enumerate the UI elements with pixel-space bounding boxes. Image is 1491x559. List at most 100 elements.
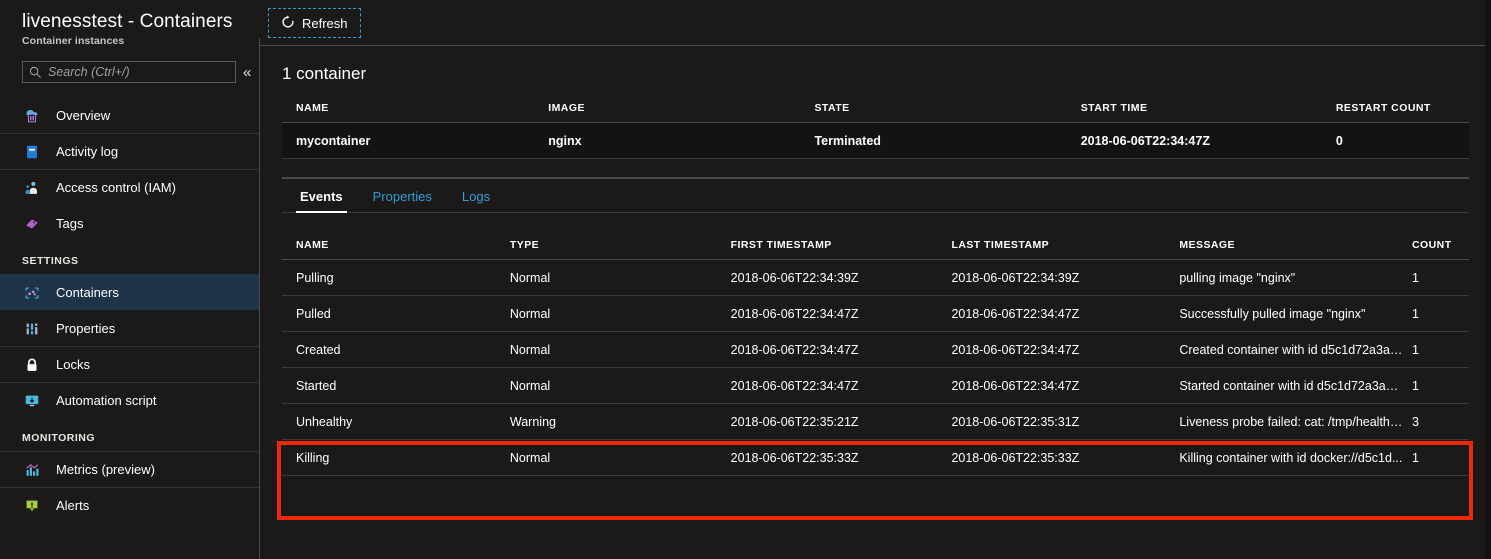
col-header-message[interactable]: MESSAGE	[1179, 227, 1412, 260]
cell-first-timestamp: 2018-06-06T22:34:39Z	[730, 259, 952, 296]
cell-event-type: Normal	[509, 439, 731, 476]
sidebar-item-access-control[interactable]: Access control (IAM)	[0, 169, 260, 205]
events-table: NAME TYPE FIRST TIMESTAMP LAST TIMESTAMP…	[282, 227, 1469, 476]
cell-event-type: Warning	[509, 403, 731, 440]
sidebar-item-alerts[interactable]: Alerts	[0, 487, 260, 523]
cell-event-name: Started	[282, 367, 510, 404]
tab-events[interactable]: Events	[296, 189, 347, 213]
lock-icon	[22, 355, 42, 375]
cell-container-state: Terminated	[814, 122, 1081, 159]
cell-count: 1	[1411, 259, 1469, 296]
sidebar-item-metrics[interactable]: Metrics (preview)	[0, 451, 260, 487]
sidebar-group-settings-label: SETTINGS	[22, 255, 79, 267]
table-row[interactable]: Unhealthy Warning 2018-06-06T22:35:21Z 2…	[282, 403, 1469, 440]
cell-event-name: Pulled	[282, 295, 510, 332]
sidebar-item-containers[interactable]: Containers	[0, 274, 260, 310]
properties-icon	[22, 319, 42, 339]
cell-last-timestamp: 2018-06-06T22:34:47Z	[951, 331, 1180, 368]
cell-count: 1	[1411, 331, 1469, 368]
overview-icon	[22, 106, 42, 126]
title-block: livenesstest - Containers Container inst…	[0, 0, 260, 47]
tab-properties[interactable]: Properties	[369, 189, 436, 212]
right-edge-strip	[1485, 0, 1491, 559]
cell-event-name: Unhealthy	[282, 403, 510, 440]
detail-tabs: Events Properties Logs	[282, 179, 1469, 213]
cell-container-name: mycontainer	[282, 122, 549, 159]
table-row[interactable]: Started Normal 2018-06-06T22:34:47Z 2018…	[282, 367, 1469, 404]
cell-message: Liveness probe failed: cat: /tmp/healthy…	[1179, 403, 1412, 440]
table-row[interactable]: mycontainer nginx Terminated 2018-06-06T…	[282, 122, 1469, 159]
cell-restart-count: 0	[1335, 122, 1469, 159]
cell-first-timestamp: 2018-06-06T22:34:47Z	[730, 367, 952, 404]
cell-last-timestamp: 2018-06-06T22:34:47Z	[951, 367, 1180, 404]
sidebar-item-label: Activity log	[56, 144, 119, 159]
col-header-event-name[interactable]: NAME	[282, 227, 510, 260]
sidebar-group-monitoring-label: MONITORING	[22, 432, 96, 444]
cell-count: 3	[1411, 403, 1469, 440]
col-header-restart-count[interactable]: RESTART COUNT	[1335, 90, 1469, 123]
table-row[interactable]: Killing Normal 2018-06-06T22:35:33Z 2018…	[282, 439, 1469, 476]
cell-last-timestamp: 2018-06-06T22:35:33Z	[951, 439, 1180, 476]
refresh-label: Refresh	[302, 15, 348, 31]
col-header-state[interactable]: STATE	[814, 90, 1081, 123]
col-header-first-timestamp[interactable]: FIRST TIMESTAMP	[730, 227, 952, 260]
containers-icon	[22, 283, 42, 303]
sidebar-item-automation-script[interactable]: Automation script	[0, 382, 260, 418]
azure-portal-blade: livenesstest - Containers Container inst…	[0, 0, 1491, 559]
col-header-last-timestamp[interactable]: LAST TIMESTAMP	[951, 227, 1180, 260]
sidebar-item-label: Automation script	[56, 393, 157, 408]
cell-start-time: 2018-06-06T22:34:47Z	[1080, 122, 1336, 159]
page-title: livenesstest - Containers	[22, 11, 233, 32]
cell-count: 1	[1411, 439, 1469, 476]
search-icon	[29, 66, 42, 79]
col-header-event-type[interactable]: TYPE	[509, 227, 731, 260]
sidebar-item-label: Tags	[56, 216, 84, 231]
chevron-double-left-icon[interactable]: «	[243, 65, 251, 80]
tag-icon	[22, 214, 42, 234]
sidebar-item-label: Metrics (preview)	[56, 462, 155, 477]
cell-last-timestamp: 2018-06-06T22:34:47Z	[951, 295, 1180, 332]
refresh-icon	[281, 15, 295, 32]
col-header-image[interactable]: IMAGE	[548, 90, 815, 123]
table-row[interactable]: Pulling Normal 2018-06-06T22:34:39Z 2018…	[282, 259, 1469, 296]
events-table-body: Pulling Normal 2018-06-06T22:34:39Z 2018…	[282, 259, 1469, 476]
cell-message: Successfully pulled image "nginx"	[1179, 295, 1412, 332]
table-row[interactable]: Created Normal 2018-06-06T22:34:47Z 2018…	[282, 331, 1469, 368]
cell-first-timestamp: 2018-06-06T22:35:21Z	[730, 403, 952, 440]
col-header-start-time[interactable]: START TIME	[1080, 90, 1336, 123]
cell-event-name: Created	[282, 331, 510, 368]
sidebar-item-label: Overview	[56, 108, 111, 123]
access-control-icon	[22, 178, 42, 198]
col-header-name[interactable]: NAME	[282, 90, 549, 123]
search-box[interactable]	[22, 61, 236, 83]
cell-last-timestamp: 2018-06-06T22:35:31Z	[951, 403, 1180, 440]
sidebar-item-overview[interactable]: Overview	[0, 97, 260, 133]
alerts-icon	[22, 496, 42, 516]
sidebar-item-locks[interactable]: Locks	[0, 346, 260, 382]
search-input[interactable]	[48, 65, 229, 79]
cell-message: Started container with id d5c1d72a3a78..…	[1179, 367, 1412, 404]
main-content: Refresh 1 container NAME IMAGE STATE STA…	[260, 0, 1491, 559]
automation-script-icon	[22, 391, 42, 411]
sidebar-item-properties[interactable]: Properties	[0, 310, 260, 346]
page-subtitle: Container instances	[22, 35, 125, 47]
tabs-wrapper: Events Properties Logs	[260, 177, 1491, 213]
sidebar-item-label: Access control (IAM)	[56, 180, 176, 195]
cell-message: Created container with id d5c1d72a3a7...	[1179, 331, 1412, 368]
col-header-count[interactable]: COUNT	[1411, 227, 1469, 260]
sidebar-item-activity-log[interactable]: Activity log	[0, 133, 260, 169]
table-row[interactable]: Pulled Normal 2018-06-06T22:34:47Z 2018-…	[282, 295, 1469, 332]
cell-container-image: nginx	[548, 122, 815, 159]
containers-table-wrapper: NAME IMAGE STATE START TIME RESTART COUN…	[260, 90, 1491, 159]
cell-event-type: Normal	[509, 259, 731, 296]
cell-first-timestamp: 2018-06-06T22:34:47Z	[730, 295, 952, 332]
events-header-row: NAME TYPE FIRST TIMESTAMP LAST TIMESTAMP…	[282, 227, 1469, 260]
cell-first-timestamp: 2018-06-06T22:35:33Z	[730, 439, 952, 476]
cell-event-name: Pulling	[282, 259, 510, 296]
containers-section-title: 1 container	[282, 64, 367, 83]
cell-first-timestamp: 2018-06-06T22:34:47Z	[730, 331, 952, 368]
sidebar-item-tags[interactable]: Tags	[0, 205, 260, 241]
refresh-button[interactable]: Refresh	[268, 8, 361, 38]
activity-log-icon	[22, 142, 42, 162]
tab-logs[interactable]: Logs	[458, 189, 494, 212]
